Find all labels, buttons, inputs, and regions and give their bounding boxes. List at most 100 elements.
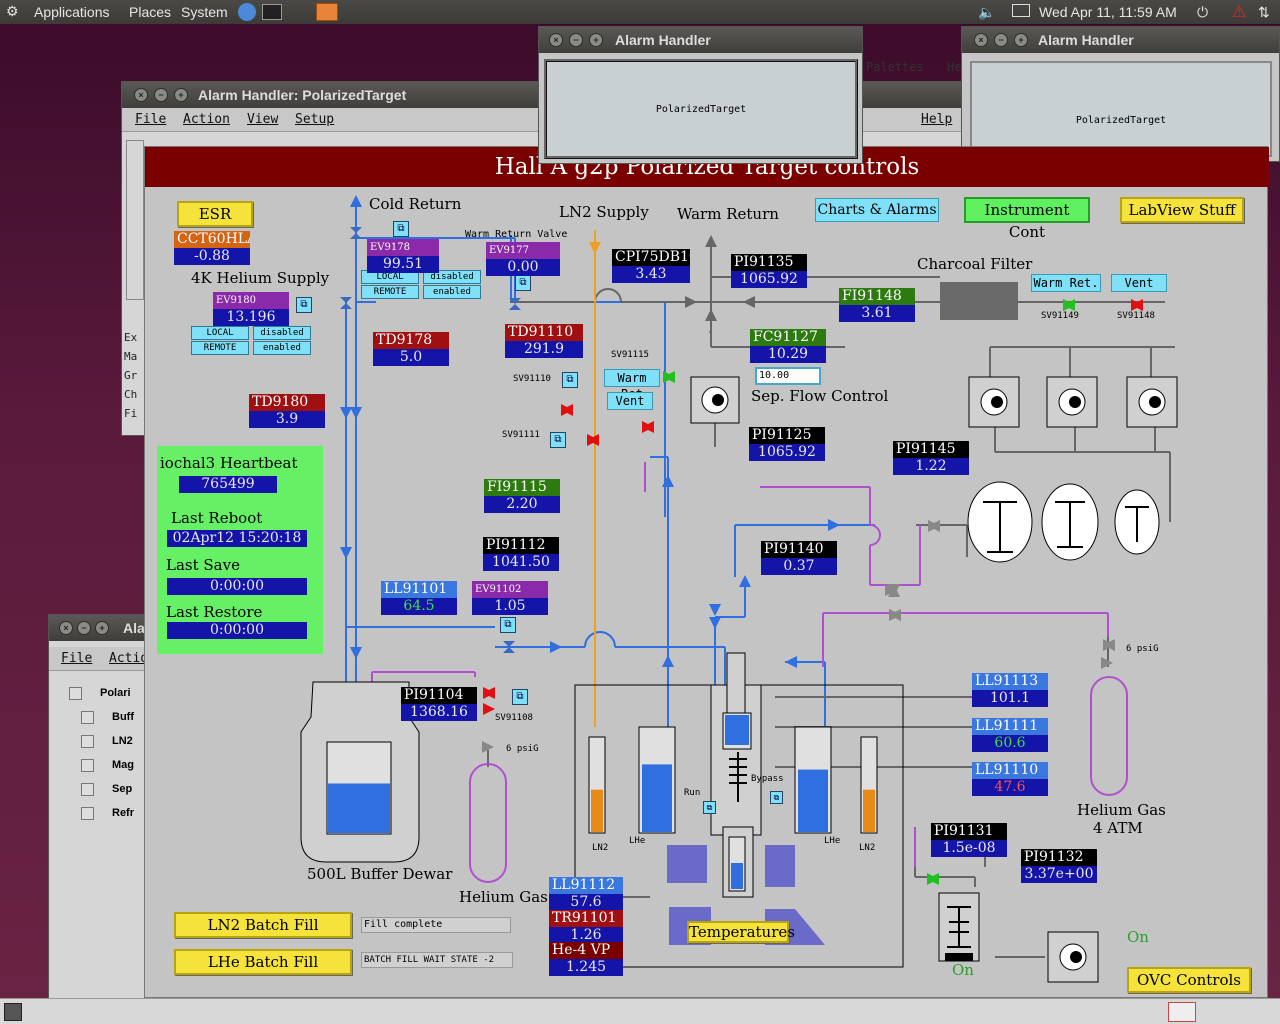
maximize-icon[interactable]: + <box>95 621 109 635</box>
applications-menu[interactable]: Applications <box>34 4 110 20</box>
power-icon[interactable]: ⏻ <box>1197 4 1208 21</box>
tree-item[interactable]: Refr <box>69 801 134 825</box>
side-item[interactable]: Ma <box>124 347 137 366</box>
ev91102-popup-button[interactable]: ⧉ <box>500 617 516 633</box>
close-icon[interactable]: × <box>974 33 988 47</box>
tree-item[interactable]: LN2 <box>69 729 134 753</box>
side-item[interactable]: Fi <box>124 404 137 423</box>
tree-item[interactable]: Polari <box>69 681 134 705</box>
network-icon[interactable]: ⇅ <box>1258 4 1270 21</box>
menu-action[interactable]: Actio <box>109 651 148 666</box>
tree-item[interactable]: Mag <box>69 753 134 777</box>
close-icon[interactable]: × <box>134 88 148 102</box>
pv-ev91102[interactable]: EV91102 1.05 <box>472 581 548 615</box>
maximize-icon[interactable]: + <box>1014 33 1028 47</box>
pv-cct60hla[interactable]: CCT60HLA -0.88 <box>174 231 250 265</box>
group-button[interactable]: PolarizedTarget <box>544 59 858 159</box>
ev9178-enabled-toggle[interactable]: enabled <box>423 285 481 299</box>
run-valve-popup-button[interactable]: ⧉ <box>703 801 716 814</box>
ev9178-popup-button[interactable]: ⧉ <box>393 221 409 237</box>
pv-ev9177[interactable]: EV9177 0.00 <box>486 242 560 276</box>
show-desktop-icon[interactable] <box>4 1003 22 1021</box>
clock[interactable]: Wed Apr 11, 11:59 AM <box>1039 4 1177 20</box>
menu-help[interactable]: Help <box>921 112 952 127</box>
warm-ret-button-2[interactable]: Warm Ret <box>604 369 660 401</box>
minimize-icon[interactable]: − <box>154 88 168 102</box>
side-item[interactable]: Ex <box>124 328 137 347</box>
pv-td9178[interactable]: TD9178 5.0 <box>373 332 449 366</box>
pv-ev9178[interactable]: EV9178 99.51 <box>367 239 439 273</box>
pv-pi91135[interactable]: PI91135 1065.92 <box>731 254 807 288</box>
ubuntu-logo-icon[interactable]: ⚙ <box>6 3 19 20</box>
ln2-batch-fill-button[interactable]: LN2 Batch Fill <box>174 912 352 938</box>
maximize-icon[interactable]: + <box>174 88 188 102</box>
pv-fi91148[interactable]: FI91148 3.61 <box>839 288 915 322</box>
folder-icon[interactable] <box>316 3 338 21</box>
browser-icon[interactable] <box>238 3 256 21</box>
esr-button[interactable]: ESR <box>177 201 253 227</box>
pv-td9180[interactable]: TD9180 3.9 <box>249 394 325 428</box>
charts-alarms-button[interactable]: Charts & Alarms <box>815 198 939 222</box>
side-item[interactable]: Ch <box>124 385 137 404</box>
close-icon[interactable]: × <box>59 621 73 635</box>
mail-icon[interactable] <box>1012 4 1030 17</box>
side-item[interactable]: Gr <box>124 366 137 385</box>
ev9180-remote-toggle[interactable]: REMOTE <box>191 341 249 355</box>
menu-file[interactable]: File <box>61 651 92 666</box>
pv-pi91140[interactable]: PI91140 0.37 <box>761 541 837 575</box>
flow-setpoint-input[interactable]: 10.00 <box>755 367 821 385</box>
places-menu[interactable]: Places <box>129 4 171 20</box>
pv-he4vp[interactable]: He-4 VP 1.245 <box>549 942 623 976</box>
minimize-icon[interactable]: − <box>994 33 1008 47</box>
ev9180-disabled-toggle[interactable]: disabled <box>253 326 311 340</box>
warning-icon[interactable]: ⚠ <box>1232 2 1246 22</box>
pv-ll91110[interactable]: LL91110 47.6 <box>972 762 1048 796</box>
pv-pi91104[interactable]: PI91104 1368.16 <box>401 687 477 721</box>
menu-setup[interactable]: Setup <box>295 112 334 127</box>
pv-fc91127[interactable]: FC91127 10.29 <box>750 329 826 363</box>
menu-view[interactable]: View <box>247 112 278 127</box>
maximize-icon[interactable]: + <box>589 33 603 47</box>
pv-ll91112[interactable]: LL91112 57.6 <box>549 877 623 911</box>
sv91108-popup-button[interactable]: ⧉ <box>512 689 528 705</box>
ovc-controls-button[interactable]: OVC Controls <box>1127 967 1251 993</box>
bypass-valve-popup-button[interactable]: ⧉ <box>770 791 783 804</box>
pv-ev9180[interactable]: EV9180 13.196 <box>213 292 289 326</box>
menu-help-partial[interactable]: He <box>947 60 961 74</box>
lhe-batch-fill-button[interactable]: LHe Batch Fill <box>174 949 352 975</box>
temperatures-button[interactable]: Temperatures <box>687 921 795 943</box>
pv-ll91113[interactable]: LL91113 101.1 <box>972 673 1048 707</box>
sv91111-popup-button[interactable]: ⧉ <box>550 432 566 448</box>
pv-tr91101[interactable]: TR91101 1.26 <box>549 910 623 944</box>
volume-icon[interactable]: 🔈 <box>978 4 995 21</box>
warm-ret-button[interactable]: Warm Ret. <box>1031 274 1101 292</box>
vent-button-2[interactable]: Vent <box>607 392 653 410</box>
labview-button[interactable]: LabView Stuff <box>1120 197 1244 223</box>
pv-ll91101[interactable]: LL91101 64.5 <box>381 581 457 615</box>
tree-item[interactable]: Sep <box>69 777 134 801</box>
sv91110-popup-button[interactable]: ⧉ <box>562 372 578 388</box>
pv-ll91111[interactable]: LL91111 60.6 <box>972 718 1048 752</box>
pv-pi91112[interactable]: PI91112 1041.50 <box>483 537 559 571</box>
instrument-control-button[interactable]: Instrument Cont <box>964 197 1090 241</box>
pv-cpi75db10[interactable]: CPI75DB10 3.43 <box>612 249 690 283</box>
minimize-icon[interactable]: − <box>77 621 91 635</box>
ev9178-remote-toggle[interactable]: REMOTE <box>361 285 419 299</box>
pv-td91110[interactable]: TD91110 291.9 <box>505 324 583 358</box>
system-menu[interactable]: System <box>181 4 228 20</box>
pv-fi91115[interactable]: FI91115 2.20 <box>484 479 560 513</box>
pv-pi91131[interactable]: PI91131 1.5e-08 <box>931 823 1007 857</box>
ev9177-popup-button[interactable]: ⧉ <box>515 275 531 291</box>
pv-pi91145[interactable]: PI91145 1.22 <box>893 441 969 475</box>
pv-pi91125[interactable]: PI91125 1065.92 <box>749 427 825 461</box>
ev9180-local-toggle[interactable]: LOCAL <box>191 326 249 340</box>
close-icon[interactable]: × <box>549 33 563 47</box>
trash-icon[interactable] <box>1168 1002 1196 1022</box>
menu-palettes[interactable]: Palettes <box>866 60 924 74</box>
minimize-icon[interactable]: − <box>569 33 583 47</box>
menu-file[interactable]: File <box>135 112 166 127</box>
terminal-icon[interactable] <box>262 4 282 20</box>
menu-action[interactable]: Action <box>183 112 230 127</box>
ev9180-popup-button[interactable]: ⧉ <box>296 297 312 313</box>
group-button[interactable]: PolarizedTarget <box>970 61 1272 157</box>
